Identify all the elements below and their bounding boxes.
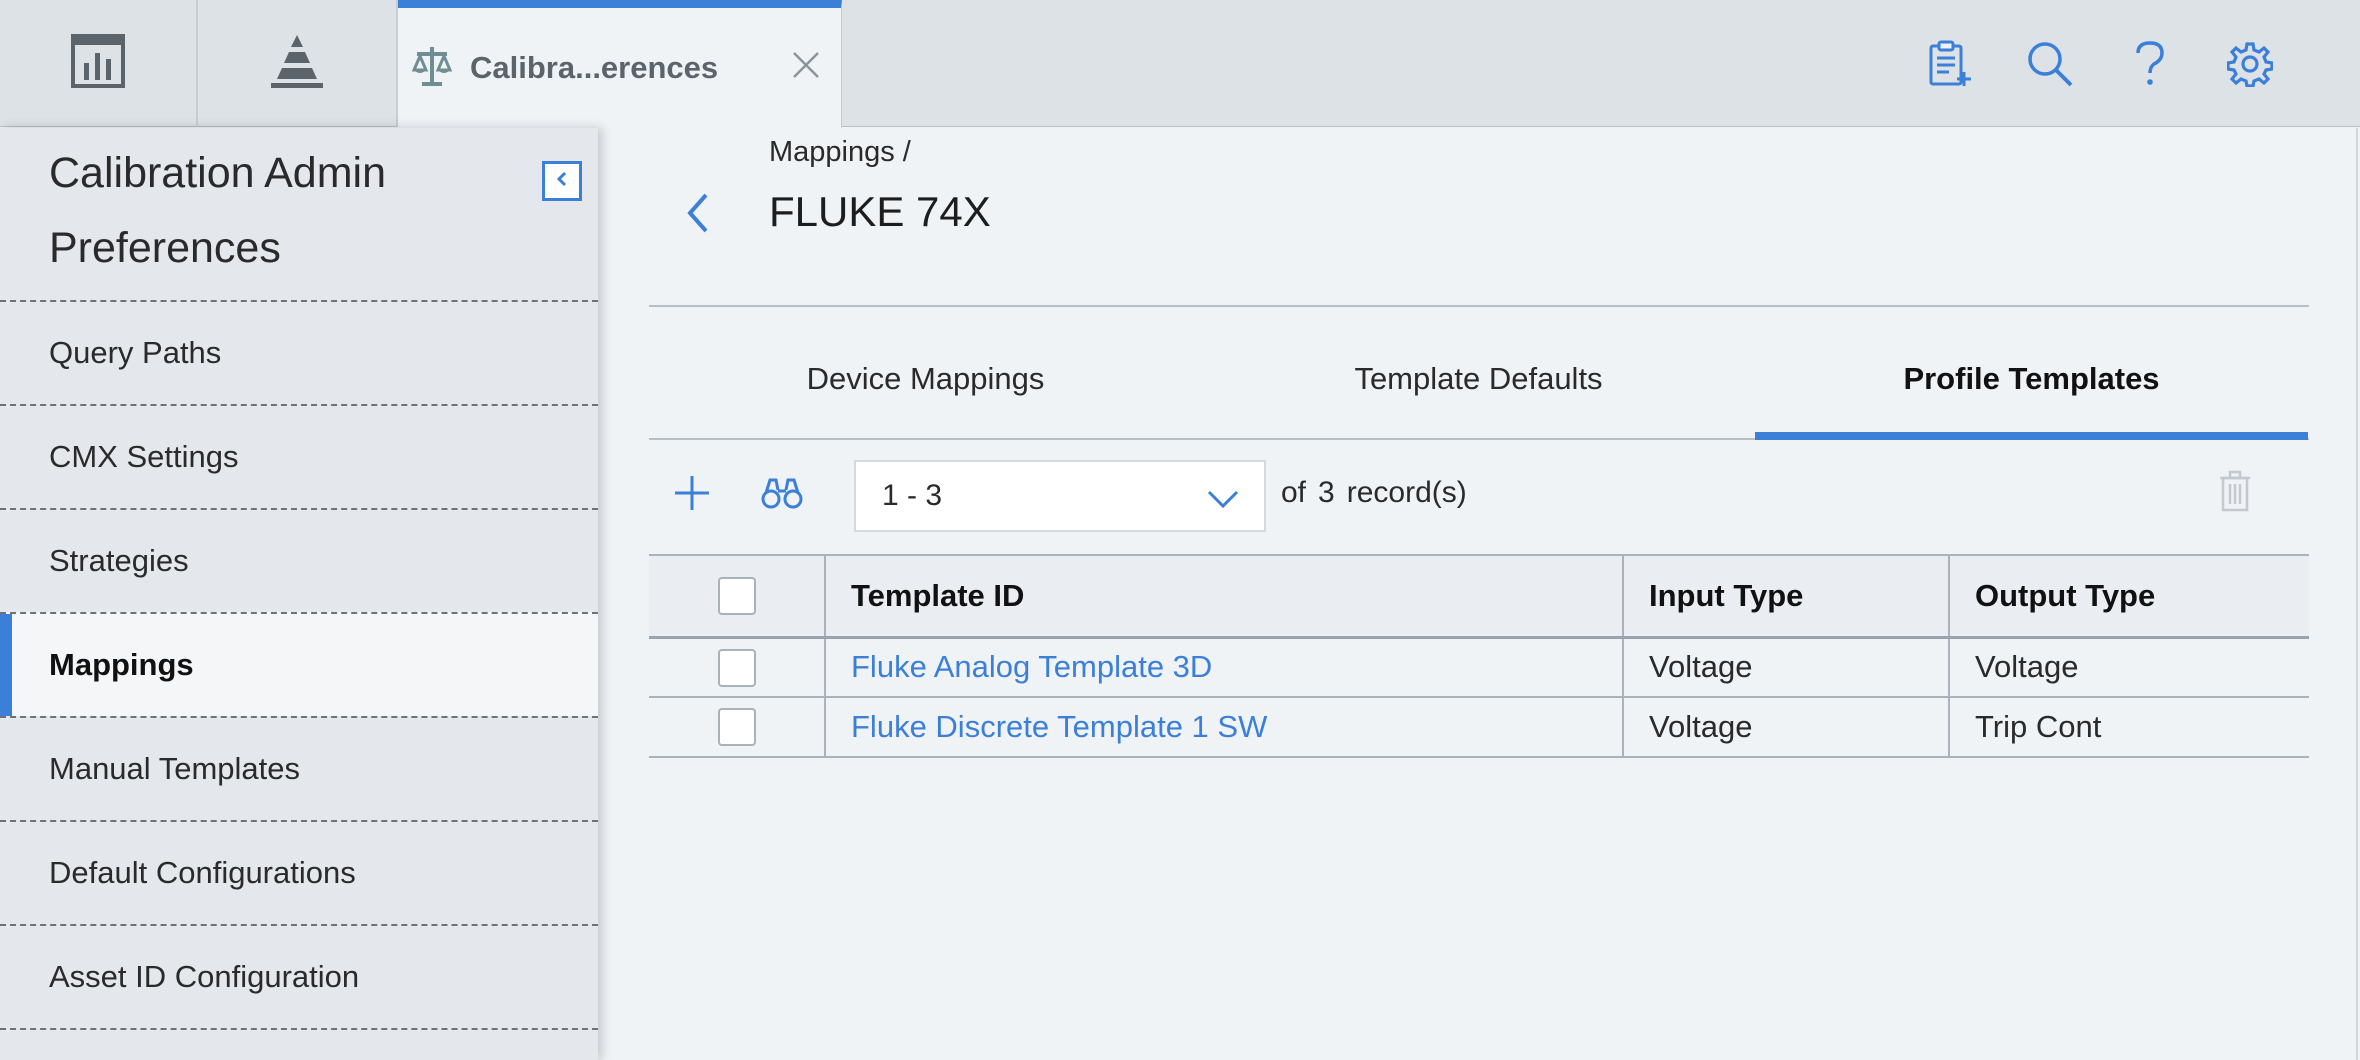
tab-dashboard[interactable] (0, 0, 198, 127)
template-id-cell: Fluke Analog Template 3D (824, 637, 1623, 698)
tab-device-mappings[interactable]: Device Mappings (649, 308, 1202, 438)
trash-icon (2218, 470, 2252, 517)
column-header-template-id[interactable]: Template ID (824, 554, 1623, 639)
back-button[interactable] (678, 190, 718, 240)
output-type-cell: Voltage (1948, 637, 2309, 698)
page-title: FLUKE 74X (769, 188, 991, 235)
sidebar-item-cmx-settings[interactable]: CMX Settings (0, 404, 598, 508)
sidebar-title-line1: Calibration Admin (49, 149, 387, 197)
sidebar-item-label: Query Paths (49, 335, 222, 370)
main-content: Mappings / FLUKE 74X Device Mappings Tem… (598, 128, 2360, 1060)
record-count-label: record(s) (1346, 476, 1467, 509)
tab-profile-templates[interactable]: Profile Templates (1755, 308, 2308, 440)
sidebar-divider (0, 1028, 598, 1030)
add-button[interactable] (667, 470, 717, 520)
record-count-total: 3 (1318, 476, 1335, 509)
sidebar-item-mappings[interactable]: Mappings (0, 612, 598, 716)
record-count-of: of (1281, 476, 1307, 509)
calibration-scale-icon (411, 44, 453, 93)
column-header-input-type[interactable]: Input Type (1622, 554, 1949, 639)
tab-calibration-admin-preferences[interactable]: Calibra...erences (398, 0, 842, 128)
profile-templates-table: Template ID Input Type Output Type Fluke… (649, 554, 2309, 758)
chevron-down-icon (1206, 484, 1240, 518)
template-id-cell: Fluke Discrete Template 1 SW (824, 697, 1623, 758)
help-button[interactable] (2100, 36, 2200, 96)
tab-bar: Device Mappings Template Defaults Profil… (649, 308, 2309, 440)
find-button[interactable] (757, 470, 807, 520)
sidebar-item-label: Default Configurations (49, 855, 356, 890)
table-row: Fluke Discrete Template 1 SW Voltage Tri… (649, 697, 2309, 758)
sidebar-item-manual-templates[interactable]: Manual Templates (0, 716, 598, 820)
sidebar-item-label: Mappings (49, 647, 194, 682)
tab-label: Calibra...erences (470, 50, 719, 85)
table-header-row: Template ID Input Type Output Type (649, 554, 2309, 639)
delete-button[interactable] (2215, 466, 2255, 520)
clipboard-add-icon (1927, 40, 1973, 93)
row-checkbox[interactable] (717, 708, 756, 747)
template-id-link[interactable]: Fluke Analog Template 3D (851, 649, 1212, 684)
tab-label: Template Defaults (1354, 361, 1603, 396)
sidebar-nav: Query Paths CMX Settings Strategies Mapp… (0, 300, 598, 1030)
tab-label: Profile Templates (1903, 361, 2160, 396)
tab-label: Device Mappings (806, 361, 1045, 396)
record-range-select[interactable]: 1 - 3 (854, 460, 1266, 532)
clipboard-add-button[interactable] (1900, 36, 2000, 96)
row-select-cell (649, 697, 825, 758)
sidebar-item-label: Manual Templates (49, 751, 301, 786)
settings-button[interactable] (2200, 36, 2300, 96)
breadcrumb[interactable]: Mappings / (769, 136, 911, 169)
sidebar-item-query-paths[interactable]: Query Paths (0, 300, 598, 404)
sidebar-item-label: Asset ID Configuration (49, 959, 360, 994)
sidebar: Calibration Admin Preferences Query Path… (0, 128, 598, 1060)
column-header-output-type[interactable]: Output Type (1948, 554, 2309, 639)
binoculars-icon (761, 476, 803, 515)
top-bar: Calibra...erences (0, 0, 2360, 128)
tab-hierarchy[interactable] (198, 0, 398, 127)
sidebar-item-label: CMX Settings (49, 439, 239, 474)
chevron-left-icon (686, 192, 710, 239)
sidebar-item-label: Strategies (49, 543, 189, 578)
table-row: Fluke Analog Template 3D Voltage Voltage (649, 637, 2309, 698)
row-checkbox[interactable] (717, 648, 756, 687)
sidebar-item-default-configurations[interactable]: Default Configurations (0, 820, 598, 924)
search-icon (2026, 40, 2074, 93)
record-count: of 3 record(s) (1281, 476, 1467, 510)
close-icon[interactable] (791, 50, 821, 85)
header-divider (649, 305, 2309, 307)
sidebar-title: Calibration Admin Preferences (49, 136, 489, 286)
dashboard-icon (70, 33, 126, 94)
tab-template-defaults[interactable]: Template Defaults (1202, 308, 1755, 438)
select-all-cell (649, 554, 825, 639)
select-all-checkbox[interactable] (717, 577, 756, 616)
search-button[interactable] (2000, 36, 2100, 96)
row-select-cell (649, 637, 825, 698)
hierarchy-pyramid-icon (267, 31, 327, 96)
sidebar-item-strategies[interactable]: Strategies (0, 508, 598, 612)
top-actions (1900, 36, 2300, 96)
input-type-cell: Voltage (1622, 637, 1949, 698)
chevron-left-icon (555, 170, 569, 193)
gear-icon (2226, 41, 2274, 92)
sidebar-item-asset-id-configuration[interactable]: Asset ID Configuration (0, 924, 598, 1028)
grid-toolbar: 1 - 3 of 3 record(s) (649, 458, 2309, 532)
input-type-cell: Voltage (1622, 697, 1949, 758)
template-id-link[interactable]: Fluke Discrete Template 1 SW (851, 709, 1267, 744)
plus-icon (673, 474, 711, 517)
right-edge-divider (2356, 128, 2358, 1060)
help-icon (2133, 40, 2167, 93)
record-range-value: 1 - 3 (882, 479, 943, 512)
output-type-cell: Trip Cont (1948, 697, 2309, 758)
collapse-sidebar-button[interactable] (542, 161, 582, 201)
sidebar-title-line2: Preferences (49, 224, 281, 272)
